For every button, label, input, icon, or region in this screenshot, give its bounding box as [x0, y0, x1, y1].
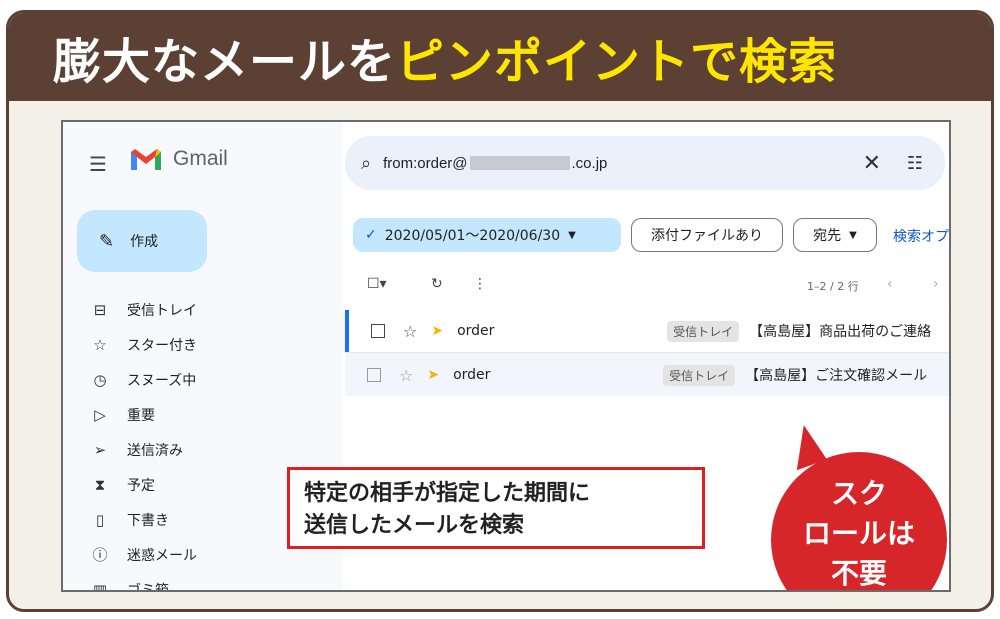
gmail-app-name: Gmail [173, 147, 228, 170]
bubble-line-1: スク [830, 477, 887, 510]
banner-title: 膨大なメールをピンポイントで検索 [53, 22, 837, 92]
important-icon: ▷ [94, 405, 106, 424]
callout-box: 特定の相手が指定した期間に 送信したメールを検索 [287, 467, 705, 549]
attachment-chip[interactable]: 添付ファイルあり [631, 218, 783, 252]
list-toolbar: ☐▾ ↻ ⋮ 1–2 / 2 行 ‹ › [359, 272, 949, 302]
article-frame: 膨大なメールをピンポイントで検索 ☰ Gmail ✎ 作成 ⊟ 受信トレイ ☆ スタ… [6, 10, 994, 612]
email-subject: 【高島屋】ご注文確認メール [745, 368, 928, 384]
email-label-badge[interactable]: 受信トレイ [663, 364, 736, 386]
important-marker-icon[interactable]: ➤ [427, 367, 439, 383]
chevron-right-icon[interactable]: › [933, 276, 939, 292]
sidebar-nav: ⊟ 受信トレイ ☆ スター付き ◷ スヌーズ中 ▷ 重要 ➢ 送信済み ⧗ 予定 ▯ 下書き … [89, 292, 197, 592]
pencil-icon: ✎ [99, 230, 115, 252]
select-all-checkbox[interactable]: ☐▾ [367, 276, 387, 292]
sidebar-item-scheduled[interactable]: ⧗ 予定 [89, 467, 197, 502]
speech-bubble: スク ロールは 不要 [771, 421, 947, 590]
compose-button[interactable]: ✎ 作成 [77, 210, 207, 272]
inbox-icon: ⊟ [93, 300, 107, 319]
bubble-line-2: ロールは [802, 517, 915, 550]
callout-line-2: 送信したメールを検索 [304, 513, 525, 538]
sidebar-item-starred[interactable]: ☆ スター付き [89, 327, 197, 362]
email-label-badge[interactable]: 受信トレイ [667, 320, 740, 342]
email-checkbox[interactable] [371, 324, 385, 338]
sidebar-item-label: 予定 [127, 477, 155, 494]
sidebar-item-spam[interactable]: ⓘ 迷惑メール [89, 537, 197, 572]
chevron-down-icon: ▼ [568, 229, 576, 241]
star-icon[interactable]: ☆ [399, 366, 413, 385]
sidebar-item-inbox[interactable]: ⊟ 受信トレイ [89, 292, 197, 327]
search-icon[interactable]: ⌕ [361, 153, 371, 174]
redacted-domain [469, 156, 570, 170]
clock-icon: ◷ [93, 370, 107, 389]
important-marker-icon[interactable]: ➤ [431, 323, 443, 339]
pagination-count: 1–2 / 2 行 [807, 280, 859, 293]
gmail-m-icon [131, 149, 161, 170]
sidebar-item-important[interactable]: ▷ 重要 [89, 397, 197, 432]
gmail-screenshot: ☰ Gmail ✎ 作成 ⊟ 受信トレイ ☆ スター付き ◷ スヌーズ中 ▷ 重要 ➢ [61, 120, 951, 592]
chevron-left-icon[interactable]: ‹ [887, 276, 893, 292]
recipient-chip[interactable]: 宛先 ▼ [793, 218, 877, 252]
draft-icon: ▯ [95, 510, 105, 529]
filter-options-icon[interactable]: ☷ [907, 153, 923, 174]
refresh-icon[interactable]: ↻ [431, 276, 443, 292]
email-sender: order [453, 367, 491, 383]
email-subject: 【高島屋】商品出荷のご連絡 [749, 324, 932, 340]
banner-title-main: 膨大なメールを [53, 34, 397, 90]
bubble-text: スク ロールは 不要 [771, 474, 947, 590]
email-row[interactable]: ☆ ➤ order 受信トレイ 【高島屋】ご注文確認メール [345, 354, 949, 396]
advanced-search-link[interactable]: 検索オプ [893, 226, 949, 246]
trash-icon: ▥ [92, 580, 108, 592]
sidebar-item-label: 下書き [127, 512, 169, 529]
sidebar-item-snoozed[interactable]: ◷ スヌーズ中 [89, 362, 197, 397]
star-icon: ☆ [93, 335, 107, 354]
search-query-suffix: .co.jp [571, 154, 608, 172]
gmail-logo[interactable]: Gmail [129, 146, 228, 172]
recipient-chip-label: 宛先 [813, 228, 842, 244]
bubble-line-3: 不要 [830, 557, 887, 590]
sidebar-item-label: 重要 [127, 407, 155, 424]
spam-icon: ⓘ [92, 546, 108, 564]
sidebar-item-trash[interactable]: ▥ ゴミ箱 [89, 572, 197, 592]
search-query-prefix: from:order@ [383, 154, 468, 172]
send-icon: ➢ [93, 440, 107, 459]
scheduled-icon: ⧗ [94, 475, 106, 494]
sidebar-item-label: 受信トレイ [127, 302, 197, 319]
menu-icon[interactable]: ☰ [89, 152, 107, 176]
email-checkbox[interactable] [367, 368, 381, 382]
sidebar-item-label: 送信済み [127, 442, 183, 459]
date-range-chip[interactable]: ✓ 2020/05/01〜2020/06/30 ▼ [353, 218, 621, 252]
star-icon[interactable]: ☆ [403, 322, 417, 341]
chevron-down-icon: ▼ [849, 229, 857, 241]
search-bar[interactable]: ⌕ from:order@ .co.jp ✕ ☷ [345, 136, 945, 190]
email-sender: order [457, 323, 495, 339]
search-input[interactable]: from:order@ .co.jp [383, 155, 607, 172]
close-icon[interactable]: ✕ [863, 151, 881, 176]
sidebar-item-label: ゴミ箱 [127, 582, 169, 592]
callout-line-1: 特定の相手が指定した期間に [304, 481, 591, 506]
check-icon: ✓ [365, 227, 377, 243]
sidebar-item-label: スター付き [127, 337, 197, 354]
sidebar-item-sent[interactable]: ➢ 送信済み [89, 432, 197, 467]
title-banner: 膨大なメールをピンポイントで検索 [9, 13, 991, 101]
more-options-icon[interactable]: ⋮ [473, 276, 487, 292]
compose-label: 作成 [130, 234, 159, 250]
email-row[interactable]: ☆ ➤ order 受信トレイ 【高島屋】商品出荷のご連絡 [345, 310, 949, 352]
sidebar-item-label: スヌーズ中 [127, 372, 197, 389]
sidebar-item-label: 迷惑メール [127, 547, 197, 564]
sidebar-item-drafts[interactable]: ▯ 下書き [89, 502, 197, 537]
banner-title-highlight: ピンポイントで検索 [396, 34, 838, 90]
attachment-chip-label: 添付ファイルあり [651, 228, 763, 244]
date-range-label: 2020/05/01〜2020/06/30 [384, 228, 561, 244]
